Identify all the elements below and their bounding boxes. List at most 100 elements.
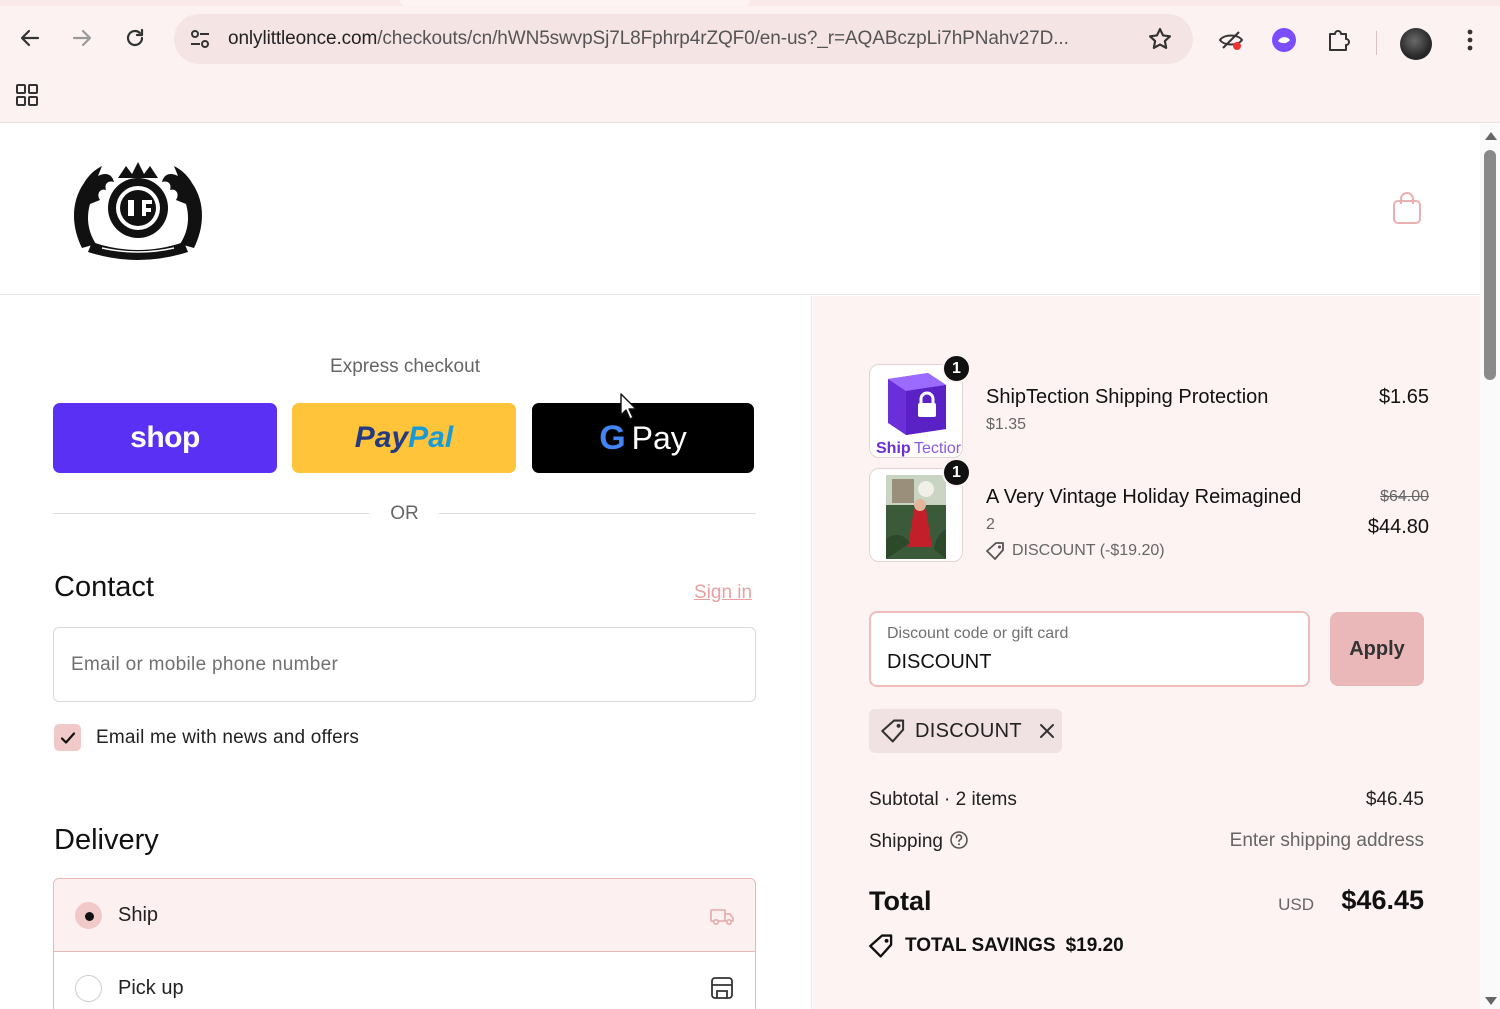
- order-summary: Ship Tectior 1 ShipTection Shipping Prot…: [813, 296, 1480, 1009]
- applied-code: DISCOUNT: [915, 719, 1022, 742]
- extension-1[interactable]: [1216, 25, 1246, 55]
- back-button[interactable]: [12, 20, 48, 56]
- extensions-button[interactable]: [1323, 25, 1353, 55]
- svg-text:Tectior: Tectior: [914, 440, 962, 457]
- paypal-button[interactable]: Pay Pal: [292, 403, 516, 473]
- url-host: onlylittleonce.com: [228, 28, 378, 49]
- apps-grid-icon[interactable]: [14, 82, 40, 108]
- arrow-right-icon: [72, 29, 92, 47]
- newsletter-checkbox[interactable]: [54, 724, 81, 751]
- savings-value: $19.20: [1065, 935, 1124, 956]
- discount-code-field[interactable]: Discount code or gift card DISCOUNT: [869, 611, 1310, 687]
- total-label: Total: [869, 886, 932, 916]
- paypal-label-pal: Pal: [408, 421, 454, 454]
- reload-icon: [126, 28, 144, 47]
- item-original-price: $64.00: [1380, 488, 1429, 505]
- pickup-radio[interactable]: [75, 975, 102, 1002]
- item-variant: 2: [986, 516, 995, 533]
- item-price: $1.65: [1378, 386, 1429, 408]
- email-field[interactable]: Email or mobile phone number: [53, 627, 756, 702]
- menu-button[interactable]: [1455, 25, 1485, 55]
- forward-button[interactable]: [64, 20, 100, 56]
- google-pay-label: Pay: [631, 419, 687, 456]
- tag-icon: [881, 719, 905, 743]
- url-path: /checkouts/cn/hWN5swvpSj7L8Fphrp4rZQF0/e…: [377, 28, 1069, 49]
- scroll-thumb[interactable]: [1484, 150, 1496, 380]
- ship-radio[interactable]: [75, 902, 102, 929]
- more-vert-icon: [1467, 29, 1473, 51]
- ship-label: Ship: [118, 904, 159, 926]
- line-item-vintage-holiday: 1 A Very Vintage Holiday Reimagined 2 DI…: [869, 458, 1429, 568]
- reload-button[interactable]: [117, 20, 153, 56]
- delivery-title: Delivery: [54, 824, 159, 856]
- store-crest-logo[interactable]: [62, 158, 214, 264]
- pickup-label: Pick up: [118, 977, 184, 999]
- address-bar[interactable]: onlylittleonce.com/checkouts/cn/hWN5swvp…: [174, 14, 1193, 64]
- store-icon: [711, 977, 733, 999]
- browser-toolbar: onlylittleonce.com/checkouts/cn/hWN5swvp…: [0, 6, 1500, 72]
- checkout-form: Express checkout shop Pay Pal G Pay OR Co…: [0, 296, 812, 1009]
- shipping-label: Shipping: [869, 831, 943, 852]
- scroll-down-arrow-icon[interactable]: [1485, 997, 1497, 1005]
- purple-extension-icon: [1272, 28, 1296, 52]
- extension-2[interactable]: [1269, 25, 1299, 55]
- page-scrollbar[interactable]: [1480, 124, 1500, 1009]
- tag-icon: [986, 542, 1004, 560]
- close-icon[interactable]: [1038, 722, 1056, 740]
- truck-icon: [710, 909, 734, 926]
- scroll-up-arrow-icon[interactable]: [1485, 132, 1497, 140]
- site-settings-icon[interactable]: [188, 27, 212, 51]
- shopping-bag-icon[interactable]: [1390, 190, 1424, 226]
- delivery-option-ship[interactable]: Ship: [54, 879, 755, 952]
- paypal-label-pay: Pay: [354, 421, 409, 454]
- checkout-page: Express checkout shop Pay Pal G Pay OR Co…: [0, 124, 1480, 1009]
- contact-title: Contact: [54, 571, 154, 603]
- quantity-badge: 1: [942, 458, 971, 487]
- or-divider: OR: [53, 501, 756, 527]
- item-name: ShipTection Shipping Protection: [986, 386, 1269, 408]
- shop-pay-label: shop: [130, 421, 200, 454]
- eye-slash-extension-icon: [1218, 31, 1244, 50]
- quantity-badge: 1: [942, 354, 971, 383]
- shipping-row: Shipping Enter shipping address: [869, 830, 1424, 853]
- google-g-icon: G: [599, 418, 626, 457]
- bookmark-star-icon[interactable]: [1147, 26, 1173, 52]
- shipping-value: Enter shipping address: [1229, 830, 1424, 851]
- bookmarks-bar: [0, 72, 1500, 123]
- applied-discount-chip: DISCOUNT: [869, 709, 1062, 753]
- apply-button[interactable]: Apply: [1330, 612, 1424, 686]
- email-placeholder: Email or mobile phone number: [71, 654, 339, 675]
- tag-icon: [869, 934, 893, 958]
- total-value: $46.45: [1341, 885, 1424, 915]
- discount-field-value: DISCOUNT: [887, 651, 992, 673]
- savings-label: TOTAL SAVINGS: [905, 935, 1056, 956]
- store-header: [0, 124, 1480, 295]
- delivery-option-pickup[interactable]: Pick up: [54, 952, 755, 1009]
- item-discount: DISCOUNT (-$19.20): [986, 541, 1165, 561]
- subtotal-label: Subtotal · 2 items: [869, 789, 1017, 810]
- profile-avatar[interactable]: [1400, 28, 1432, 60]
- item-name: A Very Vintage Holiday Reimagined: [986, 486, 1302, 508]
- subtotal-row: Subtotal · 2 items $46.45: [869, 789, 1424, 811]
- google-pay-button[interactable]: G Pay: [532, 403, 754, 473]
- item-discount-text: DISCOUNT (-$19.20): [1012, 542, 1165, 559]
- arrow-left-icon: [20, 29, 40, 47]
- svg-text:Ship: Ship: [876, 440, 911, 457]
- toolbar-divider: [1376, 31, 1377, 55]
- total-savings: TOTAL SAVINGS $19.20: [869, 933, 1124, 959]
- discount-field-label: Discount code or gift card: [887, 625, 1069, 642]
- puzzle-icon: [1329, 30, 1350, 51]
- subtotal-value: $46.45: [1365, 789, 1424, 810]
- help-circle-icon[interactable]: [949, 830, 969, 850]
- item-price: $44.80: [1367, 516, 1429, 538]
- total-currency: USD: [1278, 895, 1314, 914]
- or-text: OR: [390, 503, 419, 524]
- checkmark-icon: [60, 731, 75, 744]
- line-item-shiptection: Ship Tectior 1 ShipTection Shipping Prot…: [869, 354, 1429, 464]
- newsletter-label[interactable]: Email me with news and offers: [96, 727, 359, 749]
- shop-pay-button[interactable]: shop: [53, 403, 277, 473]
- mouse-cursor-icon: [620, 393, 637, 420]
- sign-in-link[interactable]: Sign in: [694, 582, 752, 604]
- delivery-options: Ship Pick up: [53, 878, 756, 1009]
- url-text[interactable]: onlylittleonce.com/checkouts/cn/hWN5swvp…: [228, 28, 1069, 50]
